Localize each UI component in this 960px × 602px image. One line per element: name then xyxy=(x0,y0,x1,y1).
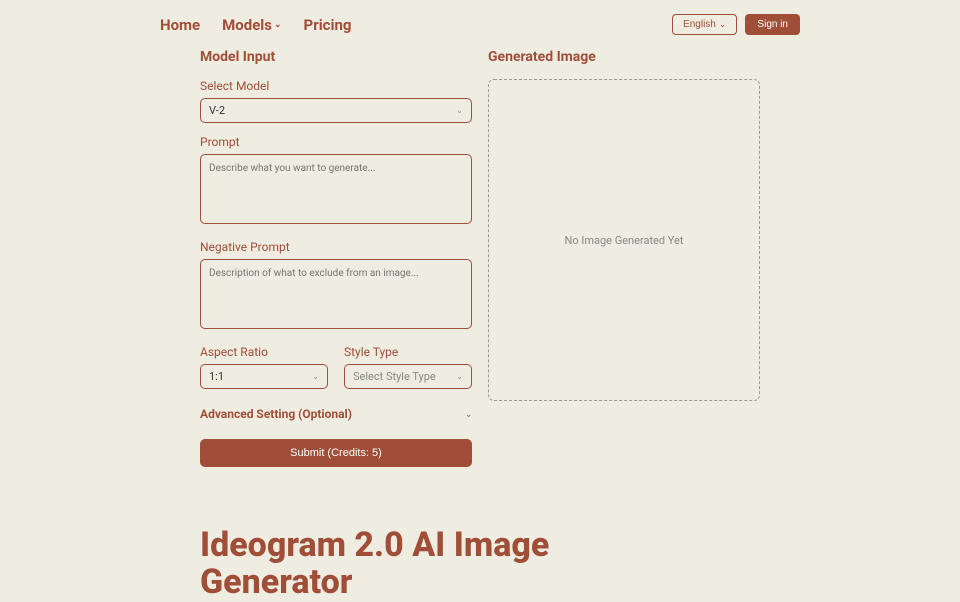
chevron-down-icon: ⌄ xyxy=(465,410,472,419)
nav-models-label: Models xyxy=(222,16,272,34)
style-type-label: Style Type xyxy=(344,345,472,359)
hero-title: Ideogram 2.0 AI Image Generator xyxy=(200,527,600,602)
prompt-label: Prompt xyxy=(200,135,472,149)
model-input-panel: Model Input Select Model V-2 ⌄ Prompt Ne… xyxy=(200,49,472,467)
aspect-ratio-dropdown[interactable]: 1:1 ⌄ xyxy=(200,364,328,389)
chevron-down-icon: ⌄ xyxy=(274,20,282,30)
image-output-box: No Image Generated Yet xyxy=(488,79,760,401)
generated-image-panel: Generated Image No Image Generated Yet xyxy=(488,49,760,467)
select-model-dropdown[interactable]: V-2 ⌄ xyxy=(200,98,472,123)
language-label: English xyxy=(683,19,716,30)
model-input-title: Model Input xyxy=(200,49,472,65)
select-model-value: V-2 xyxy=(209,104,225,117)
negative-prompt-input[interactable] xyxy=(200,259,472,329)
aspect-style-row: Aspect Ratio 1:1 ⌄ Style Type Select Sty… xyxy=(200,345,472,389)
submit-button[interactable]: Submit (Credits: 5) xyxy=(200,439,472,467)
no-image-text: No Image Generated Yet xyxy=(565,234,684,247)
generated-image-title: Generated Image xyxy=(488,49,760,65)
aspect-ratio-label: Aspect Ratio xyxy=(200,345,328,359)
main-nav: Home Models ⌄ Pricing xyxy=(160,16,351,34)
advanced-settings-label: Advanced Setting (Optional) xyxy=(200,407,352,421)
main-content: Model Input Select Model V-2 ⌄ Prompt Ne… xyxy=(0,49,960,467)
signin-button[interactable]: Sign in xyxy=(745,14,800,35)
chevron-down-icon: ⌄ xyxy=(456,106,463,115)
aspect-ratio-value: 1:1 xyxy=(209,370,224,383)
style-type-placeholder: Select Style Type xyxy=(353,370,436,383)
chevron-down-icon: ⌄ xyxy=(456,372,463,381)
chevron-down-icon: ⌄ xyxy=(312,372,319,381)
prompt-input[interactable] xyxy=(200,154,472,224)
chevron-down-icon: ⌄ xyxy=(719,19,727,30)
hero-section: Ideogram 2.0 AI Image Generator xyxy=(0,467,960,602)
advanced-settings-toggle[interactable]: Advanced Setting (Optional) ⌄ xyxy=(200,401,472,427)
nav-home[interactable]: Home xyxy=(160,16,200,34)
header-actions: English ⌄ Sign in xyxy=(672,14,800,35)
select-model-label: Select Model xyxy=(200,79,472,93)
nav-pricing[interactable]: Pricing xyxy=(304,16,352,34)
negative-prompt-label: Negative Prompt xyxy=(200,240,472,254)
header: Home Models ⌄ Pricing English ⌄ Sign in xyxy=(0,0,960,49)
language-button[interactable]: English ⌄ xyxy=(672,14,737,35)
style-type-dropdown[interactable]: Select Style Type ⌄ xyxy=(344,364,472,389)
nav-models[interactable]: Models ⌄ xyxy=(222,16,281,34)
